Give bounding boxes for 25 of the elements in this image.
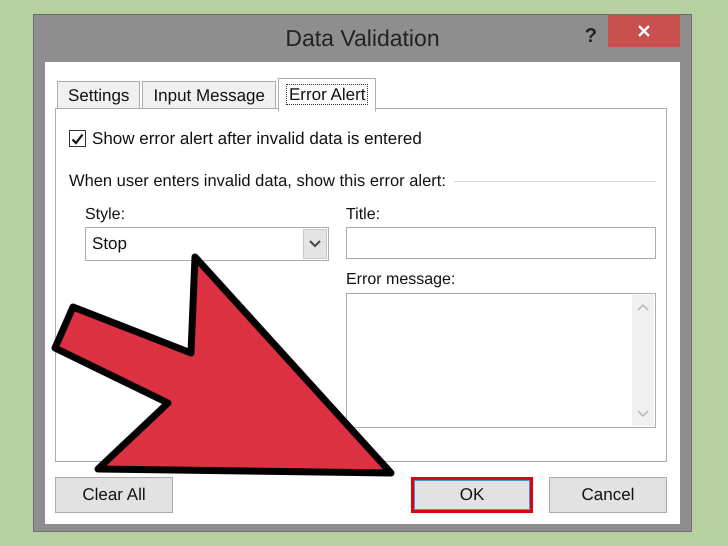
scrollbar[interactable] [632, 295, 654, 426]
title-input[interactable] [346, 227, 656, 259]
help-button[interactable]: ? [584, 21, 597, 51]
title-label: Title: [346, 205, 380, 225]
dropdown-button[interactable] [303, 229, 327, 259]
checkbox[interactable] [69, 130, 86, 148]
style-dropdown[interactable]: Stop [85, 227, 329, 261]
scroll-down-icon [637, 410, 649, 418]
scroll-up-icon [637, 303, 649, 311]
style-label: Style: [85, 205, 126, 225]
tab[interactable]: Input Message [142, 81, 276, 111]
tab[interactable]: Error Alert [278, 78, 376, 112]
close-button[interactable] [608, 15, 680, 47]
dialog-button[interactable]: Cancel [549, 477, 667, 513]
error-message-label: Error message: [346, 270, 456, 290]
error-message-field[interactable] [346, 293, 656, 428]
group-label: When user enters invalid data, show this error alert: [69, 171, 446, 192]
chevron-down-icon [309, 240, 321, 248]
dialog-button[interactable]: Clear All [55, 477, 173, 513]
tab[interactable]: Settings [57, 81, 140, 111]
checkbox-label: Show error alert after invalid data is entered [92, 128, 422, 150]
window-title: Data Validation [285, 24, 440, 54]
dropdown-value: Stop [92, 233, 128, 256]
close-icon [637, 24, 651, 38]
dialog-button[interactable]: OK [411, 477, 533, 513]
